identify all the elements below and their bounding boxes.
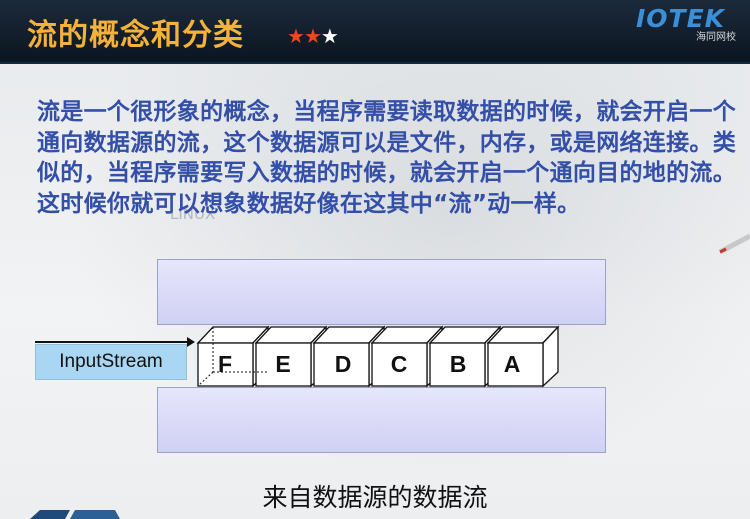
block-label-c: C [390,351,408,377]
block-label-a: A [503,351,521,377]
data-blocks [196,325,560,388]
corner-decoration [30,510,120,519]
block-label-d: D [334,351,352,377]
block-label-f: F [217,351,233,377]
block-label-e: E [275,351,291,377]
diagram-caption: 来自数据源的数据流 [262,483,488,512]
block-label-b: B [449,351,467,377]
